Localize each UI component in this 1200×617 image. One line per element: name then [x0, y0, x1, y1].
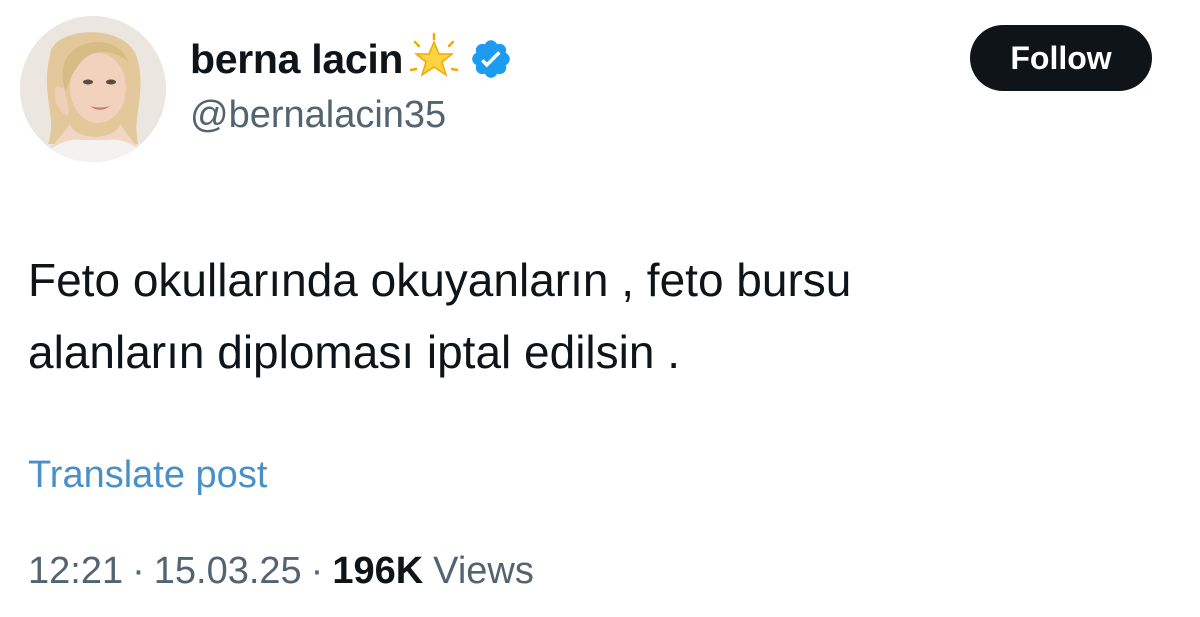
post-text: Feto okullarında okuyanların , feto burs…	[28, 244, 1128, 388]
post-date[interactable]: 15.03.25	[154, 552, 302, 590]
display-name[interactable]: berna lacin	[190, 38, 403, 80]
post-time[interactable]: 12:21	[28, 552, 123, 590]
views-count[interactable]: 196K	[332, 552, 423, 590]
meta-separator: ·	[132, 550, 145, 592]
post-meta: 12:21 · 15.03.25 · 196K Views	[28, 552, 534, 590]
post-text-line: Feto okullarında okuyanların , feto burs…	[28, 254, 852, 306]
views-label: Views	[433, 550, 534, 592]
post-text-line: alanların diploması iptal edilsin .	[28, 326, 681, 378]
translate-post-link[interactable]: Translate post	[28, 456, 267, 494]
follow-button[interactable]: Follow	[970, 25, 1152, 91]
verified-badge-icon	[469, 37, 513, 81]
avatar[interactable]	[20, 16, 166, 162]
author-name-row: berna lacin	[190, 32, 513, 86]
author-handle[interactable]: @bernalacin35	[190, 96, 446, 134]
avatar-photo	[20, 16, 166, 162]
meta-separator: ·	[310, 550, 324, 592]
star-emoji-icon	[407, 32, 461, 86]
